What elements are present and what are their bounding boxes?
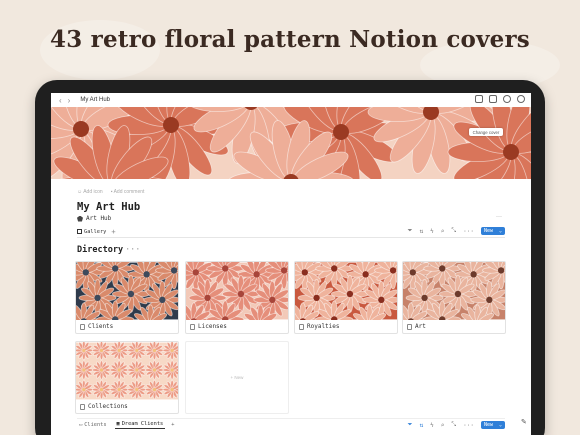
tab-gallery[interactable]: Gallery [84,229,106,235]
database-title[interactable]: Directory ··· [77,245,140,255]
forward-arrow-icon[interactable]: › [68,96,71,105]
gallery-card[interactable]: Clients [75,261,179,334]
settings-icon[interactable]: ··· [463,228,474,235]
expand-icon[interactable]: ⤡ [451,227,456,235]
tab-clients[interactable]: ▭ Clients [77,421,109,429]
nav-arrows: ‹ › [59,96,70,105]
comment-icon[interactable] [489,95,497,103]
gallery-tab-icon: ▦ [116,421,120,427]
sort-icon[interactable]: ⇅ [419,228,423,235]
page-icon [299,323,304,330]
new-button[interactable]: New ⌄ [481,227,505,235]
gallery-icon [77,229,82,234]
search-icon[interactable]: ⌕ [441,228,445,235]
page-icon [407,323,412,330]
notion-screen: ‹ › My Art Hub Change cover ☺ Add icon ▪… [51,93,531,435]
database-title-text: Directory [77,245,124,255]
add-view-button[interactable]: + [111,228,115,236]
top-bar: ‹ › My Art Hub [51,93,531,107]
gallery-card[interactable]: Art [402,261,506,334]
gallery-card[interactable]: Licenses [185,261,289,334]
page-icon [190,323,195,330]
change-cover-button[interactable]: Change cover [469,128,503,136]
card-title: Royalties [307,323,340,330]
card-title: Clients [88,323,114,330]
card-cover-image [186,262,288,320]
new-button-label: New [484,422,494,428]
chevron-down-icon[interactable]: ⌄ [499,422,502,428]
subtitle-text: Art Hub [86,215,112,222]
gallery-card[interactable]: Collections [75,341,179,414]
add-icon-button[interactable]: ☺ Add icon [77,189,103,195]
chevron-down-icon[interactable]: ⌄ [499,228,502,234]
pentagon-icon [77,215,83,222]
new-button-label: New [484,228,494,234]
bottom-tools: ⏷ ⇅ ϟ ⌕ ⤡ ··· New ⌄ [408,421,505,429]
automation-icon[interactable]: ϟ [430,422,434,429]
add-comment-button[interactable]: ▪ Add comment [111,189,145,195]
edit-pencil-icon[interactable]: ✎ [521,418,527,426]
folder-icon[interactable] [475,95,483,103]
promo-headline: 43 retro floral pattern Notion covers [50,26,530,53]
page-actions: ☺ Add icon ▪ Add comment [77,189,144,195]
floral-cover-pattern [51,107,531,179]
page-icon [80,323,85,330]
database-view-bar: Gallery + ⏷ ⇅ ϟ ⌕ ⤡ ··· New ⌄ [77,226,505,238]
search-icon[interactable]: ⌕ [441,422,445,429]
more-icon[interactable] [517,95,525,103]
more-options-icon[interactable]: ··· [496,214,502,220]
top-right-icons [475,95,525,103]
sort-icon[interactable]: ⇅ [419,422,423,429]
card-title: Collections [88,403,128,410]
breadcrumb[interactable]: My Art Hub [80,97,110,103]
automation-icon[interactable]: ϟ [430,228,434,235]
add-view-button[interactable]: + [171,422,174,428]
linked-database-bar: ▭ Clients ▦ Dream Clients + ⏷ ⇅ ϟ ⌕ ⤡ ··… [77,418,505,430]
doc-tab-icon: ▭ [79,421,83,428]
card-title: Licenses [198,323,227,330]
card-cover-image [295,262,397,320]
tab-label: Clients [84,421,107,428]
tab-dream-clients[interactable]: ▦ Dream Clients [114,420,166,429]
clock-icon[interactable] [503,95,511,103]
add-comment-label: Add comment [113,189,145,195]
new-card-button[interactable]: + New [185,341,289,414]
card-cover-image [76,342,178,400]
page-icon [80,403,85,410]
add-icon-label: Add icon [83,189,103,195]
gallery-card[interactable]: Royalties [294,261,398,334]
expand-icon[interactable]: ⤡ [451,421,456,429]
view-tools: ⏷ ⇅ ϟ ⌕ ⤡ ··· New ⌄ [408,227,505,235]
settings-icon[interactable]: ··· [463,422,474,429]
filter-icon[interactable]: ⏷ [408,227,413,235]
page-subtitle: Art Hub [77,215,111,222]
card-cover-image [403,262,505,320]
filter-icon[interactable]: ⏷ [408,421,413,429]
card-title: Art [415,323,426,330]
database-more-icon[interactable]: ··· [125,245,140,255]
page-cover[interactable]: Change cover [51,107,531,179]
page-title[interactable]: My Art Hub [77,201,140,213]
new-button[interactable]: New ⌄ [481,421,505,429]
tab-label: Dream Clients [121,421,164,427]
back-arrow-icon[interactable]: ‹ [59,96,62,105]
card-cover-image [76,262,178,320]
